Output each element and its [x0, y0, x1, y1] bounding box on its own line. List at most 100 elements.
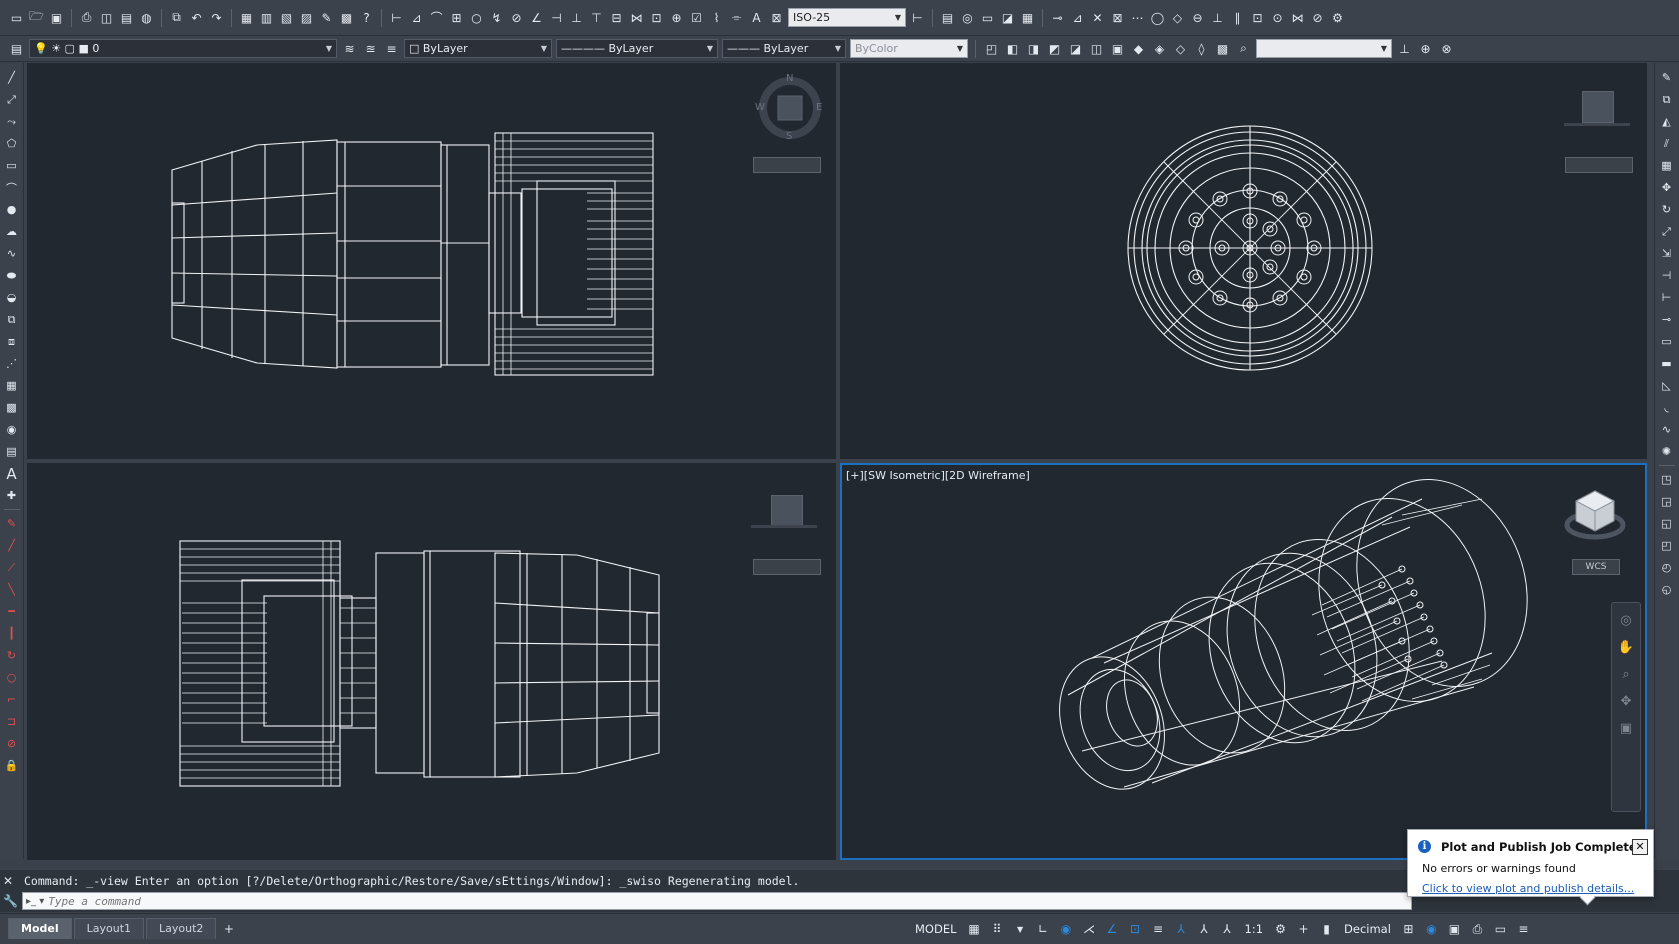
gradient-icon[interactable]: ▩: [4, 399, 20, 416]
zoom-icon[interactable]: ⌕: [1235, 40, 1252, 57]
offset-icon[interactable]: ╲: [4, 581, 20, 598]
lineweight-dropdown[interactable]: ——— ByLayer ▼: [722, 39, 846, 58]
details-link[interactable]: Click to view plot and publish details..…: [1422, 882, 1634, 895]
zoom-extents-icon[interactable]: ⌕: [1622, 667, 1629, 682]
isolate-icon[interactable]: ◉: [1423, 921, 1440, 938]
dim-continue-icon[interactable]: ⊤: [588, 9, 605, 26]
ucs-icon[interactable]: ⊥: [1396, 40, 1413, 57]
erase-icon[interactable]: ✎: [4, 515, 20, 532]
ucs-world-icon[interactable]: ⊕: [1417, 40, 1434, 57]
hatch-back-icon[interactable]: ◵: [1659, 581, 1675, 598]
text-front-icon[interactable]: ◴: [1659, 559, 1675, 576]
isodraft-icon[interactable]: ⋌: [1081, 921, 1098, 938]
dim-update-icon[interactable]: ⊠: [768, 9, 785, 26]
redo-icon[interactable]: ↷: [208, 9, 225, 26]
rotate-icon[interactable]: ↻: [1659, 201, 1675, 218]
orbit-icon[interactable]: ✥: [1621, 694, 1632, 709]
dim-ordinate-icon[interactable]: ⊞: [448, 9, 465, 26]
trim-icon[interactable]: ⊣: [1659, 267, 1675, 284]
pan-icon[interactable]: ✋: [1618, 640, 1634, 655]
auto-scale-icon[interactable]: ⅄: [1196, 921, 1213, 938]
point-icon[interactable]: ⋰: [4, 355, 20, 372]
steering-wheel-icon[interactable]: ◎: [1620, 613, 1631, 628]
viewport-bottom-right[interactable]: [+][SW Isometric][2D Wireframe] WCS: [840, 463, 1647, 860]
dim-space-icon[interactable]: ⊟: [608, 9, 625, 26]
spline-icon[interactable]: ∿: [4, 245, 20, 262]
ellipse-arc-icon[interactable]: ◒: [4, 289, 20, 306]
design-center-icon[interactable]: ▥: [258, 9, 275, 26]
view-search-dropdown[interactable]: ▼: [1256, 39, 1392, 58]
plotstyle-dropdown[interactable]: ByColor ▼: [850, 39, 968, 58]
copy-icon[interactable]: ╱: [4, 537, 20, 554]
arc-icon[interactable]: ⌒: [4, 179, 20, 196]
snap-nearest-icon[interactable]: ⋈: [1289, 9, 1306, 26]
view-back-icon[interactable]: ▣: [1109, 40, 1126, 57]
polyline-icon[interactable]: ⤳: [4, 113, 20, 130]
chamfer-icon[interactable]: ◺: [1659, 377, 1675, 394]
layer-state-icon[interactable]: ≡: [383, 40, 400, 57]
ucs-menu-button[interactable]: WCS: [1572, 559, 1620, 575]
fillet-icon[interactable]: ◟: [1659, 399, 1675, 416]
customize-icon[interactable]: 🔧: [3, 894, 18, 908]
construction-line-icon[interactable]: ⤢: [4, 91, 20, 108]
array-icon[interactable]: ▦: [1659, 157, 1675, 174]
hatch-icon[interactable]: ▤: [939, 9, 956, 26]
view-bottom-icon[interactable]: ◨: [1025, 40, 1042, 57]
layer-dropdown[interactable]: 💡 ☀ ▢ ■ 0 ▼: [29, 39, 337, 58]
trim-icon[interactable]: ⊐: [4, 713, 20, 730]
snap-intersection-icon[interactable]: ✕: [1089, 9, 1106, 26]
make-block-icon[interactable]: ⧈: [4, 333, 20, 350]
lock-icon[interactable]: 🔒: [4, 757, 20, 774]
insert-block-icon[interactable]: ⧉: [4, 311, 20, 328]
rectangle-icon[interactable]: ▭: [4, 157, 20, 174]
viewcube-top[interactable]: [1582, 91, 1614, 123]
snap-settings-icon[interactable]: ⚙: [1329, 9, 1346, 26]
view-seiso-icon[interactable]: ◈: [1151, 40, 1168, 57]
close-icon[interactable]: ✕: [3, 874, 13, 888]
polygon-icon[interactable]: ⬠: [4, 135, 20, 152]
ucs-previous-icon[interactable]: ⊗: [1438, 40, 1455, 57]
view-swiso-icon[interactable]: ◆: [1130, 40, 1147, 57]
draworder-front-icon[interactable]: ◳: [1659, 471, 1675, 488]
model-space-button[interactable]: MODEL: [912, 922, 960, 936]
ucs-menu-button[interactable]: [753, 157, 821, 173]
save-icon[interactable]: ▣: [48, 9, 65, 26]
plus-icon[interactable]: +: [1295, 921, 1312, 938]
calculator-icon[interactable]: ▩: [338, 9, 355, 26]
dim-diameter-icon[interactable]: ⊘: [508, 9, 525, 26]
ucs-menu-button[interactable]: [1565, 157, 1633, 173]
view-neiso-icon[interactable]: ◇: [1172, 40, 1189, 57]
blend-icon[interactable]: ∿: [1659, 421, 1675, 438]
mtext-icon[interactable]: A: [4, 465, 20, 483]
dimstyle-dropdown[interactable]: ISO-25 ▼: [788, 8, 906, 27]
object-snap-tracking-icon[interactable]: ∠: [1104, 921, 1121, 938]
plot-icon[interactable]: ⎙: [78, 9, 95, 26]
layer-previous-icon[interactable]: ≊: [362, 40, 379, 57]
named-views-icon[interactable]: ◰: [983, 40, 1000, 57]
chevron-down-icon[interactable]: ▼: [1012, 921, 1029, 938]
move-icon[interactable]: ✥: [1659, 179, 1675, 196]
color-dropdown[interactable]: □ ByLayer ▼: [404, 39, 552, 58]
undo-icon[interactable]: ↶: [188, 9, 205, 26]
snap-center-icon[interactable]: ◯: [1149, 9, 1166, 26]
viewport-bottom-left[interactable]: [27, 463, 836, 860]
hardware-acceleration-icon[interactable]: ▣: [1446, 921, 1463, 938]
camera-icon[interactable]: ▩: [1214, 40, 1231, 57]
dim-edit-icon[interactable]: ⌯: [728, 9, 745, 26]
view-nwiso-icon[interactable]: ◊: [1193, 40, 1210, 57]
showmotion-icon[interactable]: ▣: [1620, 721, 1632, 736]
view-top-icon[interactable]: ◧: [1004, 40, 1021, 57]
linetype-dropdown[interactable]: ———— ByLayer ▼: [556, 39, 718, 58]
layer-properties-icon[interactable]: ▤: [8, 40, 25, 57]
sheet-set-icon[interactable]: ▨: [298, 9, 315, 26]
command-prompt-icon[interactable]: ▸_ ▾: [23, 896, 44, 907]
grid-icon[interactable]: ▦: [966, 921, 983, 938]
table-icon[interactable]: ▦: [1019, 9, 1036, 26]
dim-linear-icon[interactable]: ⊢: [388, 9, 405, 26]
snap-node-icon[interactable]: ⊙: [1269, 9, 1286, 26]
snap-parallel-icon[interactable]: ∥: [1229, 9, 1246, 26]
quick-properties-icon[interactable]: ⊞: [1400, 921, 1417, 938]
view-left-icon[interactable]: ◩: [1046, 40, 1063, 57]
annotation-scale-value[interactable]: 1:1: [1242, 922, 1267, 936]
explode-icon[interactable]: ✺: [1659, 443, 1675, 460]
